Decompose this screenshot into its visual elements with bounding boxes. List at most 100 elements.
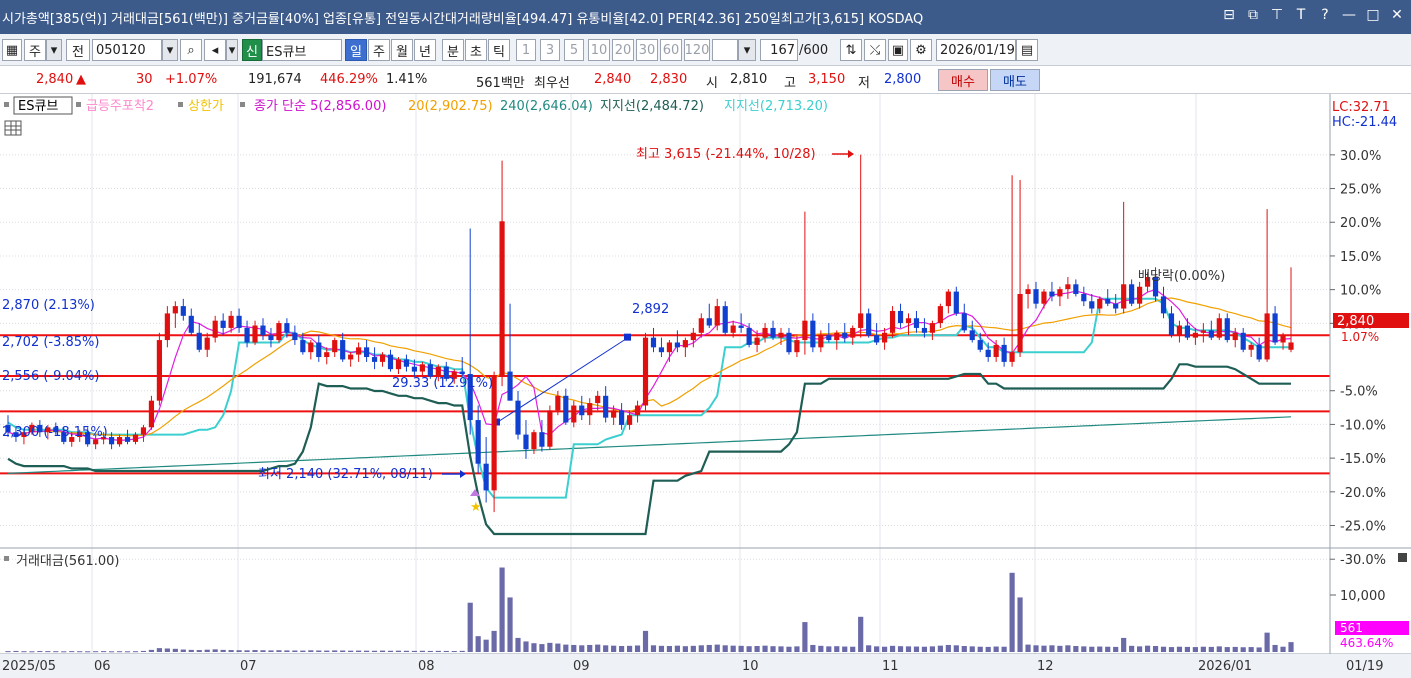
hc-value: HC:-21.44 (1332, 115, 1397, 130)
interval-30-button[interactable]: 30 (636, 39, 658, 61)
trade-amount: 561백만 (476, 76, 525, 91)
candle-body (236, 315, 242, 328)
legend-support-2[interactable]: 지지선(2,713.20) (724, 99, 828, 114)
period-week-button[interactable]: 주 (368, 39, 390, 61)
candle-body (1272, 313, 1278, 343)
candle (148, 395, 155, 430)
legend-stock[interactable]: ES큐브 (18, 99, 58, 114)
bar-count-input[interactable]: 167 (760, 39, 798, 61)
candle-body (260, 325, 266, 336)
price-chart[interactable]: ES큐브 급등주포착2 상한가 종가 단순 5(2,856.00) 20(2,9… (0, 94, 1411, 678)
candle-body (148, 400, 155, 428)
custom-interval-input[interactable] (712, 39, 738, 61)
volume-bar (1168, 647, 1175, 652)
sell-button[interactable]: 매도 (990, 69, 1040, 91)
minimize-icon[interactable]: — (1341, 7, 1357, 23)
interval-5-button[interactable]: 5 (564, 39, 584, 61)
interval-60-button[interactable]: 60 (660, 39, 682, 61)
candle-body (523, 434, 529, 450)
grid-menu-icon[interactable]: ▦ (2, 39, 22, 61)
compare-icon[interactable]: ⇅ (840, 39, 862, 61)
volume-bar (451, 651, 457, 653)
volume-bar (1009, 572, 1015, 652)
candle-body (244, 327, 250, 343)
search-icon[interactable]: ⌕ (180, 39, 202, 61)
maximize-icon[interactable]: □ (1365, 7, 1381, 23)
interval-dropdown-icon[interactable]: ▾ (738, 39, 756, 61)
candle-body (1017, 294, 1023, 353)
volume-bar (499, 567, 505, 652)
indicator-icon[interactable]: ⤯ (864, 39, 886, 61)
volume-bar (29, 651, 35, 653)
y-axis-label: -25.0% (1340, 520, 1386, 535)
candle-body (403, 359, 410, 367)
interval-1-button[interactable]: 1 (516, 39, 536, 61)
legend-limit-up[interactable]: 상한가 (188, 99, 224, 114)
candle-body (356, 347, 362, 355)
date-input[interactable]: 2026/01/19 (936, 39, 1016, 61)
volume-bar (674, 645, 680, 652)
candle-body (507, 371, 513, 401)
stock-code-input[interactable]: 050120 (92, 39, 162, 61)
prev-button[interactable]: 전 (66, 39, 90, 61)
price-change-pct: +1.07% (165, 72, 218, 87)
volume-bar (356, 650, 362, 652)
interval-3-button[interactable]: 3 (540, 39, 560, 61)
period-year-button[interactable]: 년 (414, 39, 436, 61)
calendar-icon[interactable]: ▤ (1016, 39, 1038, 61)
save-icon[interactable]: ▣ (888, 39, 908, 61)
legend-ma5[interactable]: 종가 단순 5(2,856.00) (254, 99, 386, 114)
candle-body (220, 320, 226, 328)
interval-20-button[interactable]: 20 (612, 39, 634, 61)
open-price: 2,810 (730, 72, 768, 87)
buy-button[interactable]: 매수 (938, 69, 988, 91)
trend-end-marker (624, 333, 631, 341)
speaker-icon[interactable]: ◂ (204, 39, 226, 61)
period-second-button[interactable]: 초 (465, 39, 487, 61)
help-icon[interactable]: ? (1317, 7, 1333, 23)
period-tick-button[interactable]: 틱 (488, 39, 510, 61)
candle-body (156, 340, 162, 401)
candle-body (132, 434, 139, 442)
volume-bar (507, 597, 513, 652)
candle-body (348, 354, 354, 360)
candle-body (722, 306, 728, 333)
candle-body (866, 313, 872, 336)
legend-ma20[interactable]: 20(2,902.75) (408, 99, 493, 114)
hline-label-4: 2,300 (-18.15%) (2, 425, 108, 440)
period-day-button[interactable]: 일 (345, 39, 367, 61)
interval-10-button[interactable]: 10 (588, 39, 610, 61)
period-minute-button[interactable]: 분 (442, 39, 464, 61)
volume-panel-close-icon[interactable] (1398, 553, 1407, 562)
volume-bar (1256, 647, 1262, 652)
volume-bar (858, 616, 864, 652)
volume-bar (850, 646, 856, 652)
close-icon[interactable]: ✕ (1389, 7, 1405, 23)
table-toggle-icon[interactable] (4, 120, 22, 136)
period-month-button[interactable]: 월 (391, 39, 413, 61)
stock-name-field[interactable]: ES큐브 (262, 39, 342, 61)
volume-bar (467, 602, 473, 652)
font-icon[interactable]: T (1293, 7, 1309, 23)
market-select[interactable]: 주 (24, 39, 46, 61)
pin-icon[interactable]: ⊤ (1269, 7, 1285, 23)
market-dropdown-icon[interactable]: ▾ (46, 39, 62, 61)
layout-icon[interactable]: ⊟ (1221, 7, 1237, 23)
legend-support-1[interactable]: 지지선(2,484.72) (600, 99, 704, 114)
gear-icon[interactable]: ⚙ (910, 39, 932, 61)
price-change: 30 (136, 72, 153, 87)
copy-window-icon[interactable]: ⧉ (1245, 7, 1261, 23)
y-axis-label: 10.0% (1340, 284, 1381, 299)
code-dropdown-icon[interactable]: ▾ (162, 39, 178, 61)
candle-body (650, 337, 657, 348)
legend-surge-indicator[interactable]: 급등주포착2 (86, 99, 154, 114)
speaker-dropdown-icon[interactable]: ▾ (226, 39, 238, 61)
high-label: 고 (784, 76, 796, 91)
legend-ma240[interactable]: 240(2,646.04) (500, 99, 593, 114)
candle-body (547, 410, 553, 447)
y-axis-label: 15.0% (1340, 250, 1381, 265)
interval-120-button[interactable]: 120 (684, 39, 710, 61)
volume-bar (1264, 632, 1270, 652)
candle-body (1168, 313, 1175, 336)
volume-bar (116, 651, 123, 653)
